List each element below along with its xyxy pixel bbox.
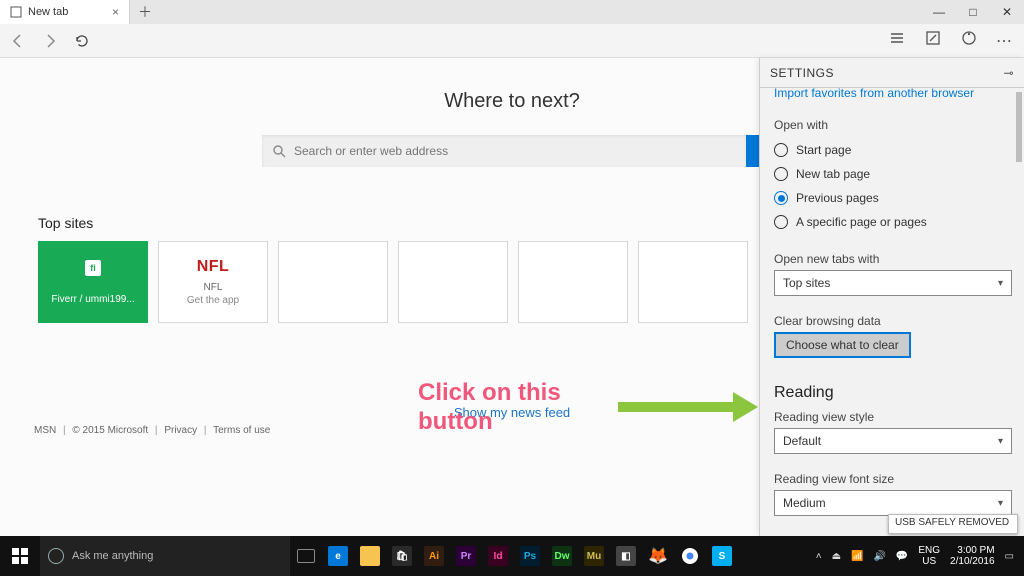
close-window-button[interactable]: ✕ — [990, 0, 1024, 24]
app-chrome[interactable] — [674, 536, 706, 576]
chevron-down-icon: ▾ — [998, 436, 1003, 447]
choose-what-to-clear-button[interactable]: Choose what to clear — [774, 332, 911, 358]
tray-notification[interactable]: USB SAFELY REMOVED — [888, 514, 1018, 534]
refresh-button[interactable] — [74, 33, 90, 49]
radio-specific-pages[interactable]: A specific page or pages — [774, 210, 1010, 234]
reading-heading: Reading — [774, 384, 1010, 402]
reading-style-label: Reading view style — [774, 410, 1010, 424]
pin-pane-icon[interactable]: ⊸ — [1003, 66, 1014, 80]
tile-empty[interactable] — [278, 241, 388, 323]
cortana-icon — [48, 548, 64, 564]
tab-title: New tab — [28, 6, 68, 18]
app-pr[interactable]: Pr — [450, 536, 482, 576]
tile-empty[interactable] — [638, 241, 748, 323]
start-button[interactable] — [0, 536, 40, 576]
maximize-button[interactable]: □ — [956, 0, 990, 24]
search-bar — [262, 135, 762, 167]
tile-title: Fiverr / ummi199... — [51, 294, 134, 305]
reading-size-dropdown[interactable]: Medium ▾ — [774, 490, 1012, 516]
taskbar: Ask me anything e 🛍 Ai Pr Id Ps Dw Mu ◧ … — [0, 536, 1024, 576]
action-center-icon[interactable]: ▭ — [1005, 551, 1014, 562]
annotation-arrow-icon — [618, 387, 758, 427]
nav-toolbar: ⋯ — [0, 24, 1024, 58]
hub-icon[interactable] — [888, 29, 906, 52]
chevron-down-icon: ▾ — [998, 498, 1003, 509]
radio-icon — [774, 191, 788, 205]
radio-start-page[interactable]: Start page — [774, 138, 1010, 162]
titlebar: New tab × ＋ — □ ✕ — [0, 0, 1024, 24]
settings-title: SETTINGS — [770, 66, 834, 80]
msn-link[interactable]: MSN — [34, 425, 56, 436]
search-input[interactable] — [262, 135, 746, 167]
more-menu-icon[interactable]: ⋯ — [996, 31, 1014, 51]
share-icon[interactable] — [960, 29, 978, 52]
app-id[interactable]: Id — [482, 536, 514, 576]
forward-button[interactable] — [42, 33, 58, 49]
taskbar-apps: e 🛍 Ai Pr Id Ps Dw Mu ◧ 🦊 S — [290, 536, 738, 576]
tab-close-icon[interactable]: × — [112, 5, 119, 19]
settings-pane: SETTINGS ⊸ Import favorites from another… — [759, 58, 1024, 536]
volume-icon[interactable]: 🔊 — [873, 551, 885, 562]
app-sublime[interactable]: ◧ — [610, 536, 642, 576]
app-edge[interactable]: e — [322, 536, 354, 576]
import-favorites-link[interactable]: Import favorites from another browser — [774, 88, 1010, 100]
tile-subtitle: Get the app — [187, 295, 239, 306]
web-note-icon[interactable] — [924, 29, 942, 52]
tile-empty[interactable] — [398, 241, 508, 323]
app-explorer[interactable] — [354, 536, 386, 576]
search-icon — [272, 144, 286, 163]
chevron-down-icon: ▾ — [998, 278, 1003, 289]
tray-clock[interactable]: 3:00 PM 2/10/2016 — [950, 545, 995, 567]
radio-new-tab-page[interactable]: New tab page — [774, 162, 1010, 186]
radio-icon — [774, 167, 788, 181]
minimize-button[interactable]: — — [922, 0, 956, 24]
privacy-link[interactable]: Privacy — [164, 425, 197, 436]
footer-links: MSN | © 2015 Microsoft | Privacy | Terms… — [34, 425, 270, 436]
open-with-label: Open with — [774, 118, 1010, 132]
charms-icon[interactable]: 💬 — [896, 551, 908, 562]
open-new-tabs-label: Open new tabs with — [774, 252, 1010, 266]
open-with-radios: Start page New tab page Previous pages A… — [774, 138, 1010, 234]
new-tab-button[interactable]: ＋ — [130, 0, 160, 24]
tray-caret-icon[interactable]: ˄ — [816, 551, 822, 562]
terms-link[interactable]: Terms of use — [213, 425, 270, 436]
reading-style-dropdown[interactable]: Default ▾ — [774, 428, 1012, 454]
tab-favicon — [10, 6, 22, 18]
fiverr-icon: fi — [85, 260, 101, 276]
radio-icon — [774, 143, 788, 157]
app-firefox[interactable]: 🦊 — [642, 536, 674, 576]
radio-icon — [774, 215, 788, 229]
tile-nfl[interactable]: NFL NFL Get the app — [158, 241, 268, 323]
tile-empty[interactable] — [518, 241, 628, 323]
tile-fiverr[interactable]: fi Fiverr / ummi199... — [38, 241, 148, 323]
annotation-text: Click on this button — [418, 379, 561, 437]
settings-scrollbar[interactable] — [1016, 92, 1022, 532]
tile-title: NFL — [204, 282, 223, 293]
nfl-logo: NFL — [197, 258, 230, 276]
app-skype[interactable]: S — [706, 536, 738, 576]
wifi-icon[interactable]: 📶 — [851, 551, 863, 562]
app-mu[interactable]: Mu — [578, 536, 610, 576]
tray-lang[interactable]: ENG US — [918, 545, 940, 567]
tab-newtab[interactable]: New tab × — [0, 0, 130, 24]
radio-previous-pages[interactable]: Previous pages — [774, 186, 1010, 210]
app-dw[interactable]: Dw — [546, 536, 578, 576]
task-view-button[interactable] — [290, 536, 322, 576]
app-store[interactable]: 🛍 — [386, 536, 418, 576]
app-ai[interactable]: Ai — [418, 536, 450, 576]
reading-size-label: Reading view font size — [774, 472, 1010, 486]
copyright: © 2015 Microsoft — [72, 425, 148, 436]
settings-header: SETTINGS ⊸ — [760, 58, 1024, 88]
clear-data-label: Clear browsing data — [774, 314, 1010, 328]
system-tray: ˄ ⏏ 📶 🔊 💬 ENG US 3:00 PM 2/10/2016 ▭ — [816, 545, 1024, 567]
cortana-placeholder: Ask me anything — [72, 550, 153, 562]
app-ps[interactable]: Ps — [514, 536, 546, 576]
open-new-tabs-dropdown[interactable]: Top sites ▾ — [774, 270, 1012, 296]
safely-remove-icon[interactable]: ⏏ — [832, 551, 841, 562]
cortana-search[interactable]: Ask me anything — [40, 536, 290, 576]
back-button[interactable] — [10, 33, 26, 49]
window-controls: — □ ✕ — [922, 0, 1024, 24]
